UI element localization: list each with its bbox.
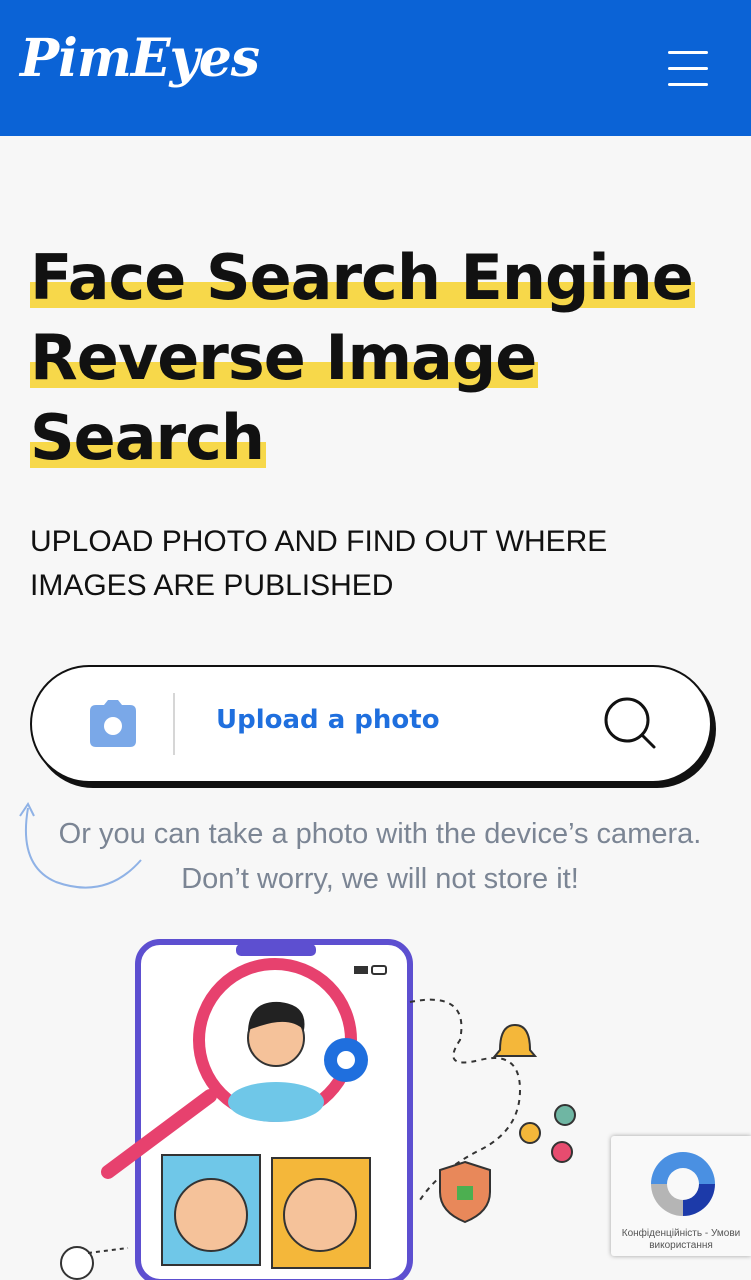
camera-icon[interactable] [88,697,138,749]
hint-line-1: Or you can take a photo with the device’… [58,818,702,850]
top-header: PimEyes [0,0,751,136]
title-line-2: Reverse Image [30,318,539,398]
hint-line-2: Don’t worry, we will not store it! [181,863,579,895]
search-icon[interactable] [602,695,658,751]
upload-divider [173,693,175,755]
hamburger-menu-icon[interactable] [668,48,710,88]
recaptcha-icon [651,1152,715,1216]
camera-hint: Or you can take a photo with the device’… [30,812,730,902]
face-search-illustration [60,939,576,1280]
hero-subtitle: UPLOAD PHOTO AND FIND OUT WHERE IMAGES A… [30,525,608,602]
page-title: Face Search Engine Reverse Image Search [30,238,730,478]
title-line-3: Search [30,398,267,478]
upload-photo-bar[interactable]: Upload a photo [30,665,712,783]
upload-photo-label[interactable]: Upload a photo [216,705,440,735]
recaptcha-badge[interactable]: Конфіденційність - Умови використання [611,1136,751,1256]
title-line-1: Face Search Engine [30,238,695,318]
recaptcha-privacy-terms[interactable]: Конфіденційність - Умови використання [611,1228,751,1252]
pimeyes-logo[interactable]: PimEyes [20,28,260,89]
